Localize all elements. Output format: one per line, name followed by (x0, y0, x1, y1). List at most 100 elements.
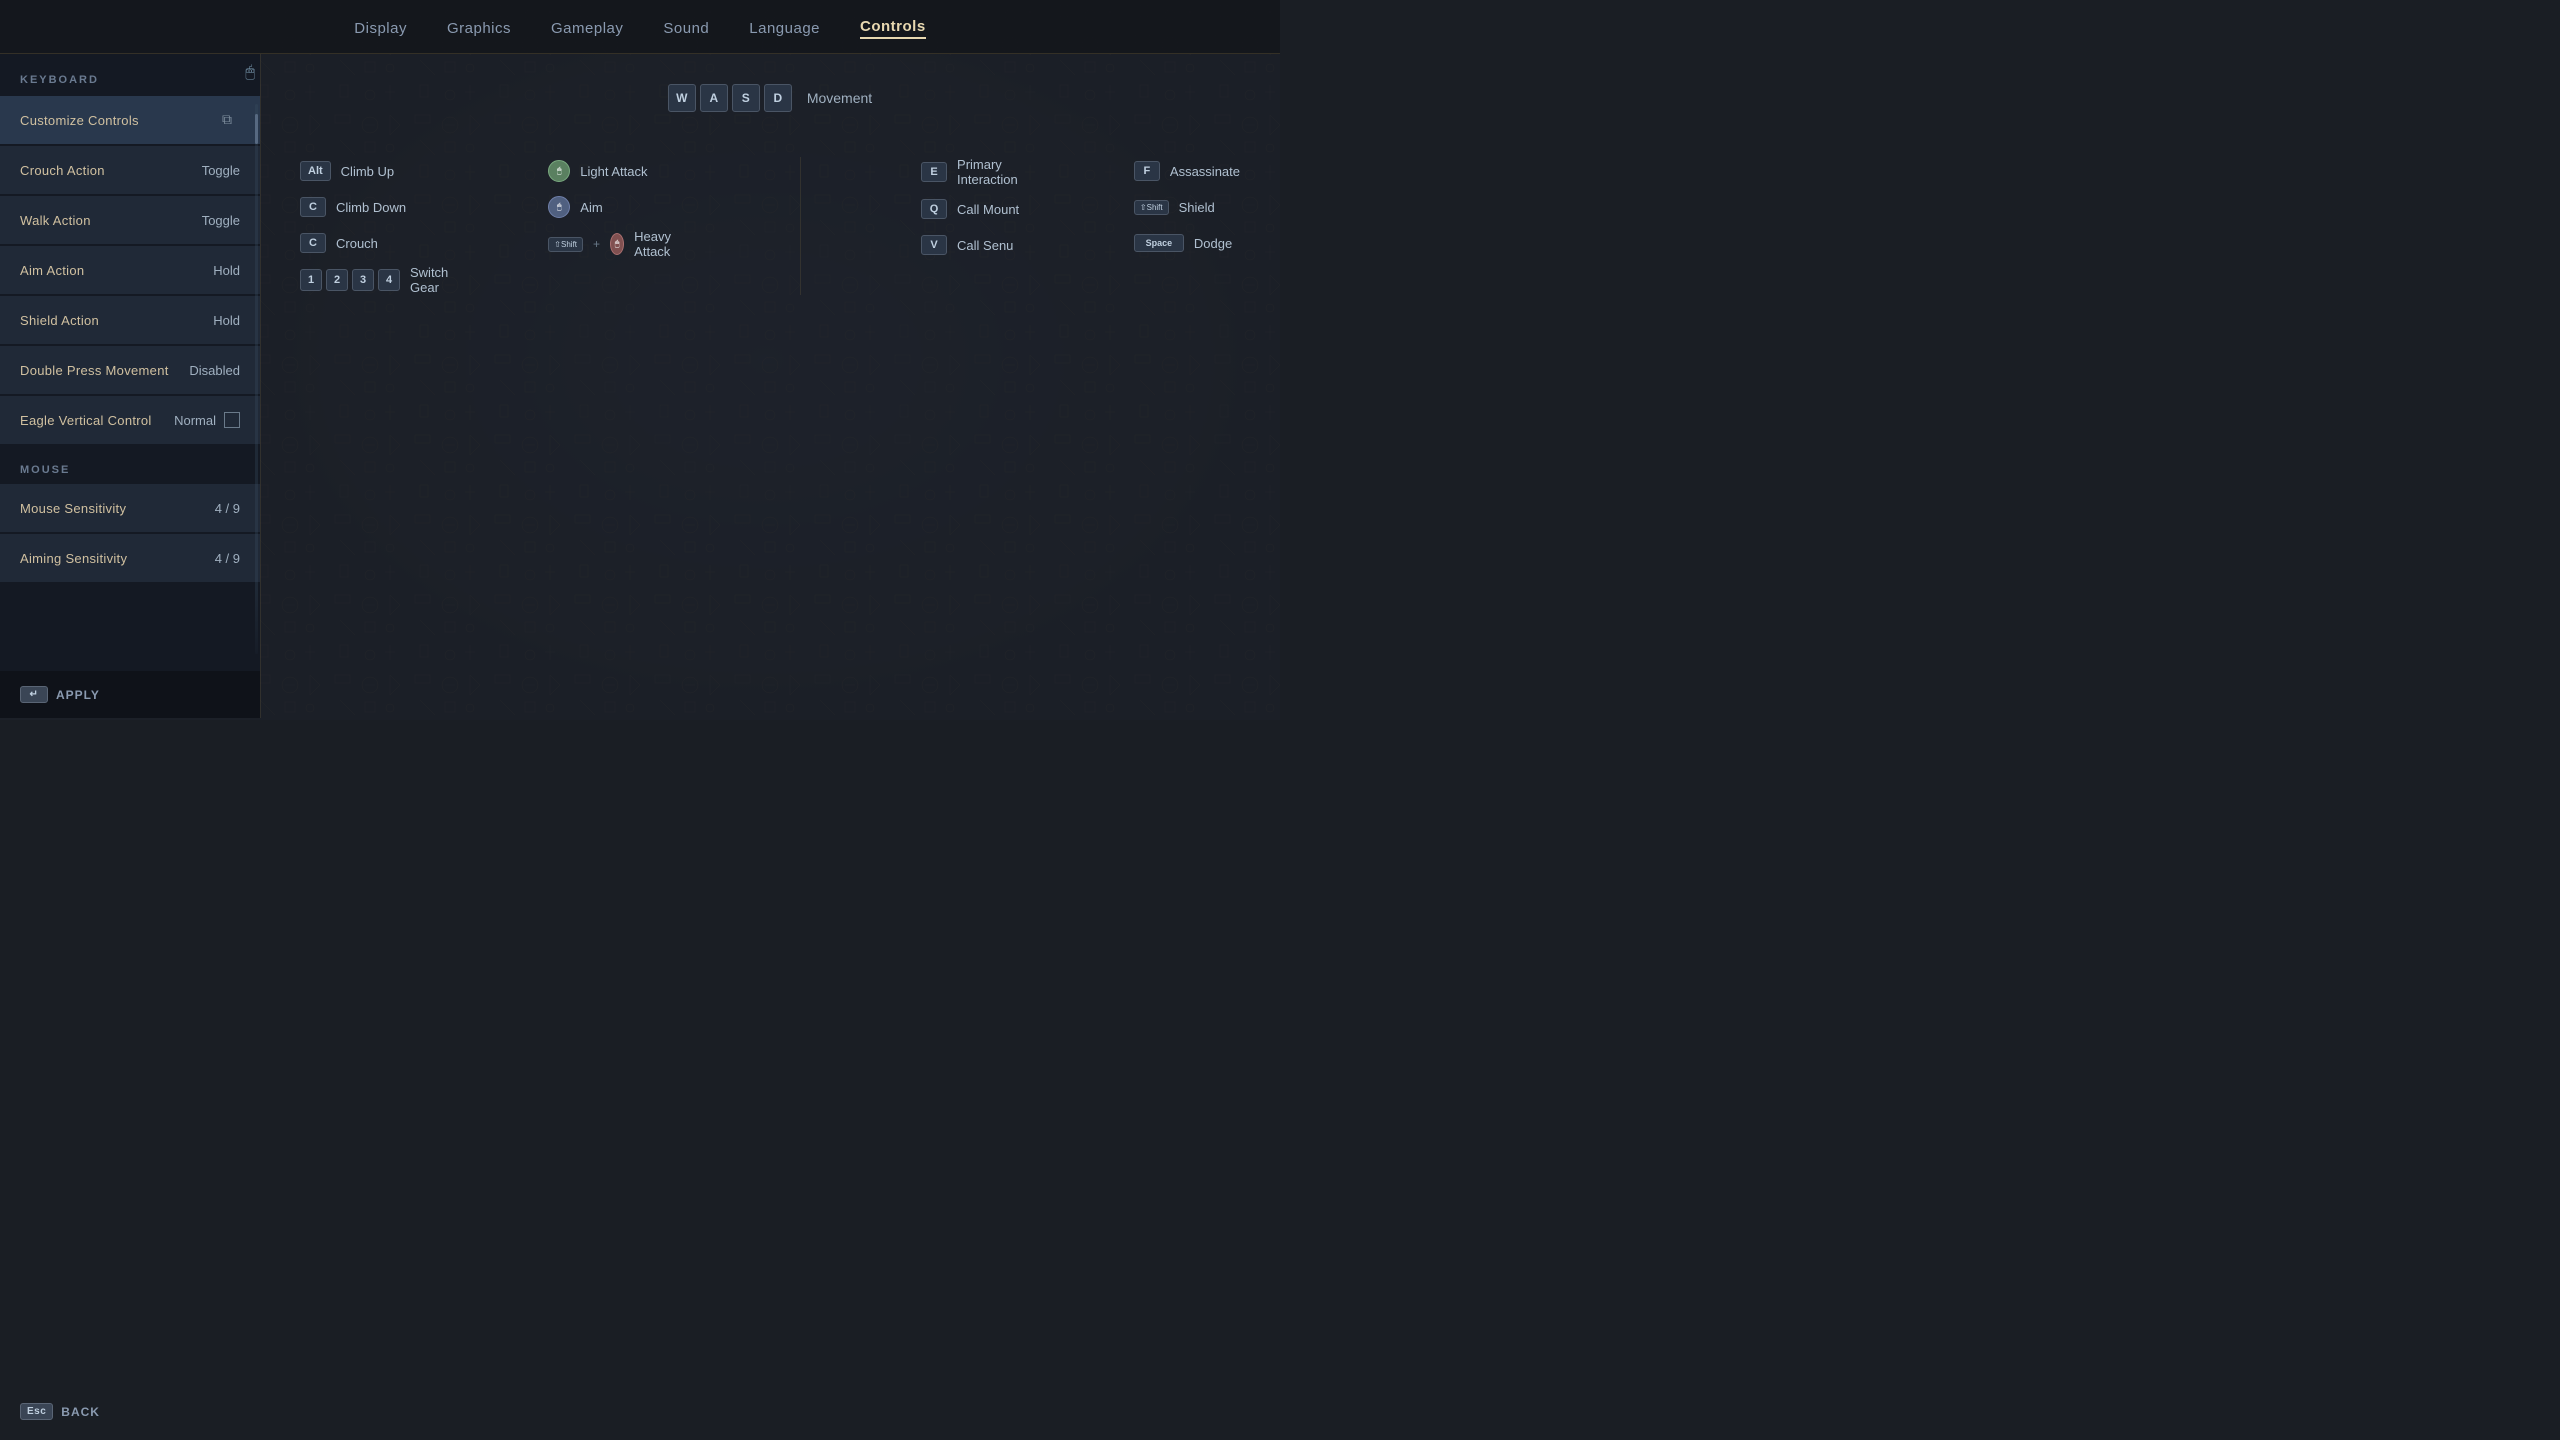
call-senu-action: Call Senu (957, 238, 1013, 253)
movement-label: Movement (807, 90, 872, 106)
c-key-climb: C (300, 197, 326, 217)
aiming-sensitivity-label: Aiming Sensitivity (20, 551, 127, 566)
a-key: A (700, 84, 728, 112)
apply-key: ↵ (20, 686, 48, 703)
top-nav: Display Graphics Gameplay Sound Language… (0, 0, 1280, 54)
light-attack-row: 🖱 Light Attack (548, 157, 680, 185)
plus-symbol: + (593, 237, 600, 251)
dodge-action: Dodge (1194, 236, 1232, 251)
keybindings-panel: W A S D Movement Alt Climb Up (260, 54, 1280, 718)
aiming-sensitivity-item[interactable]: Aiming Sensitivity 4 / 9 (0, 534, 260, 582)
back-button[interactable]: Esc BACK (20, 1403, 100, 1420)
shield-action-label: Shield Action (20, 313, 99, 328)
customize-controls-label: Customize Controls (20, 113, 139, 128)
call-mount-row: Q Call Mount (921, 195, 1034, 223)
nav-sound[interactable]: Sound (663, 20, 709, 37)
nav-display[interactable]: Display (354, 20, 407, 37)
eagle-vertical-checkbox[interactable] (224, 412, 240, 428)
eagle-vertical-label: Eagle Vertical Control (20, 413, 152, 428)
kb-groups: Alt Climb Up C Climb Down C Crouch (300, 157, 1240, 295)
gear-key-2: 2 (326, 269, 348, 291)
main-content: 🖱 KEYBOARD Customize Controls ⧉ Crouch A… (0, 54, 1280, 718)
shift-key-shield: ⇧Shift (1134, 200, 1169, 215)
crouch-action: Crouch (336, 236, 378, 251)
walk-action-item[interactable]: Walk Action Toggle (0, 196, 260, 244)
keyboard-section-title: KEYBOARD (0, 74, 260, 96)
apply-label: APPLY (56, 688, 100, 702)
aim-action-label: Aim Action (20, 263, 84, 278)
bottom-controls: ↵ APPLY (0, 671, 260, 718)
w-key: W (668, 84, 696, 112)
shift-key-heavy: ⇧Shift (548, 237, 583, 252)
right-attack-group: F Assassinate ⇧Shift Shield Space Dodge (1134, 157, 1240, 295)
d-key: D (764, 84, 792, 112)
back-label: BACK (61, 1405, 100, 1419)
mouse-left-icon: 🖱 (548, 160, 570, 182)
walk-action-label: Walk Action (20, 213, 91, 228)
aim-row: 🖱 Aim (548, 193, 680, 221)
eagle-vertical-value: Normal (174, 413, 216, 428)
e-key: E (921, 162, 947, 182)
alt-key: Alt (300, 161, 331, 181)
sidebar-divider (260, 54, 261, 718)
shield-action-item[interactable]: Shield Action Hold (0, 296, 260, 344)
crouch-action-item[interactable]: Crouch Action Toggle (0, 146, 260, 194)
v-key: V (921, 235, 947, 255)
movement-actions-group: Alt Climb Up C Climb Down C Crouch (300, 157, 448, 295)
mouse-sensitivity-label: Mouse Sensitivity (20, 501, 126, 516)
gear-key-3: 3 (352, 269, 374, 291)
movement-section: W A S D Movement (668, 84, 872, 112)
space-key: Space (1134, 234, 1184, 252)
climb-up-action: Climb Up (341, 164, 394, 179)
crouch-action-label: Crouch Action (20, 163, 105, 178)
aim-action-kb: Aim (580, 200, 602, 215)
mouse-section-title: MOUSE (0, 452, 260, 484)
customize-controls-item[interactable]: Customize Controls ⧉ (0, 96, 260, 144)
nav-graphics[interactable]: Graphics (447, 20, 511, 37)
double-press-value: Disabled (189, 363, 240, 378)
kb-content: W A S D Movement Alt Climb Up (260, 54, 1280, 718)
wasd-group: W A S D (668, 84, 792, 112)
crouch-row: C Crouch (300, 229, 448, 257)
nav-language[interactable]: Language (749, 20, 820, 37)
heavy-attack-action: Heavy Attack (634, 229, 680, 259)
eagle-vertical-item[interactable]: Eagle Vertical Control Normal (0, 396, 260, 444)
gear-numbers: 1 2 3 4 (300, 269, 400, 291)
kb-center-divider (800, 157, 801, 295)
nav-controls[interactable]: Controls (860, 18, 926, 39)
double-press-label: Double Press Movement (20, 363, 169, 378)
crouch-action-value: Toggle (202, 163, 240, 178)
copy-icon: ⧉ (222, 111, 240, 129)
gear-key-4: 4 (378, 269, 400, 291)
shield-action-kb: Shield (1179, 200, 1215, 215)
mouse-sensitivity-item[interactable]: Mouse Sensitivity 4 / 9 (0, 484, 260, 532)
climb-up-row: Alt Climb Up (300, 157, 448, 185)
assassinate-action: Assassinate (1170, 164, 1240, 179)
gear-key-1: 1 (300, 269, 322, 291)
aim-action-item[interactable]: Aim Action Hold (0, 246, 260, 294)
climb-down-action: Climb Down (336, 200, 406, 215)
call-senu-row: V Call Senu (921, 231, 1034, 259)
apply-button[interactable]: ↵ APPLY (20, 686, 100, 703)
back-key: Esc (20, 1403, 53, 1420)
attack-actions-group: 🖱 Light Attack 🖱 Aim ⇧Shift + (548, 157, 680, 295)
primary-interaction-action: Primary Interaction (957, 157, 1034, 187)
nav-gameplay[interactable]: Gameplay (551, 20, 623, 37)
sidebar: 🖱 KEYBOARD Customize Controls ⧉ Crouch A… (0, 54, 260, 718)
f-key: F (1134, 161, 1160, 181)
s-key: S (732, 84, 760, 112)
walk-action-value: Toggle (202, 213, 240, 228)
shield-row: ⇧Shift Shield (1134, 193, 1240, 221)
call-mount-action: Call Mount (957, 202, 1019, 217)
c-key-crouch: C (300, 233, 326, 253)
climb-down-row: C Climb Down (300, 193, 448, 221)
heavy-attack-row: ⇧Shift + 🖱 Heavy Attack (548, 229, 680, 259)
shield-action-value: Hold (213, 313, 240, 328)
dodge-row: Space Dodge (1134, 229, 1240, 257)
mouse-heavy-icon: 🖱 (610, 233, 624, 255)
double-press-item[interactable]: Double Press Movement Disabled (0, 346, 260, 394)
interaction-actions-group: E Primary Interaction Q Call Mount V Cal… (921, 157, 1034, 295)
light-attack-action: Light Attack (580, 164, 647, 179)
aiming-sensitivity-value: 4 / 9 (215, 551, 240, 566)
q-key: Q (921, 199, 947, 219)
